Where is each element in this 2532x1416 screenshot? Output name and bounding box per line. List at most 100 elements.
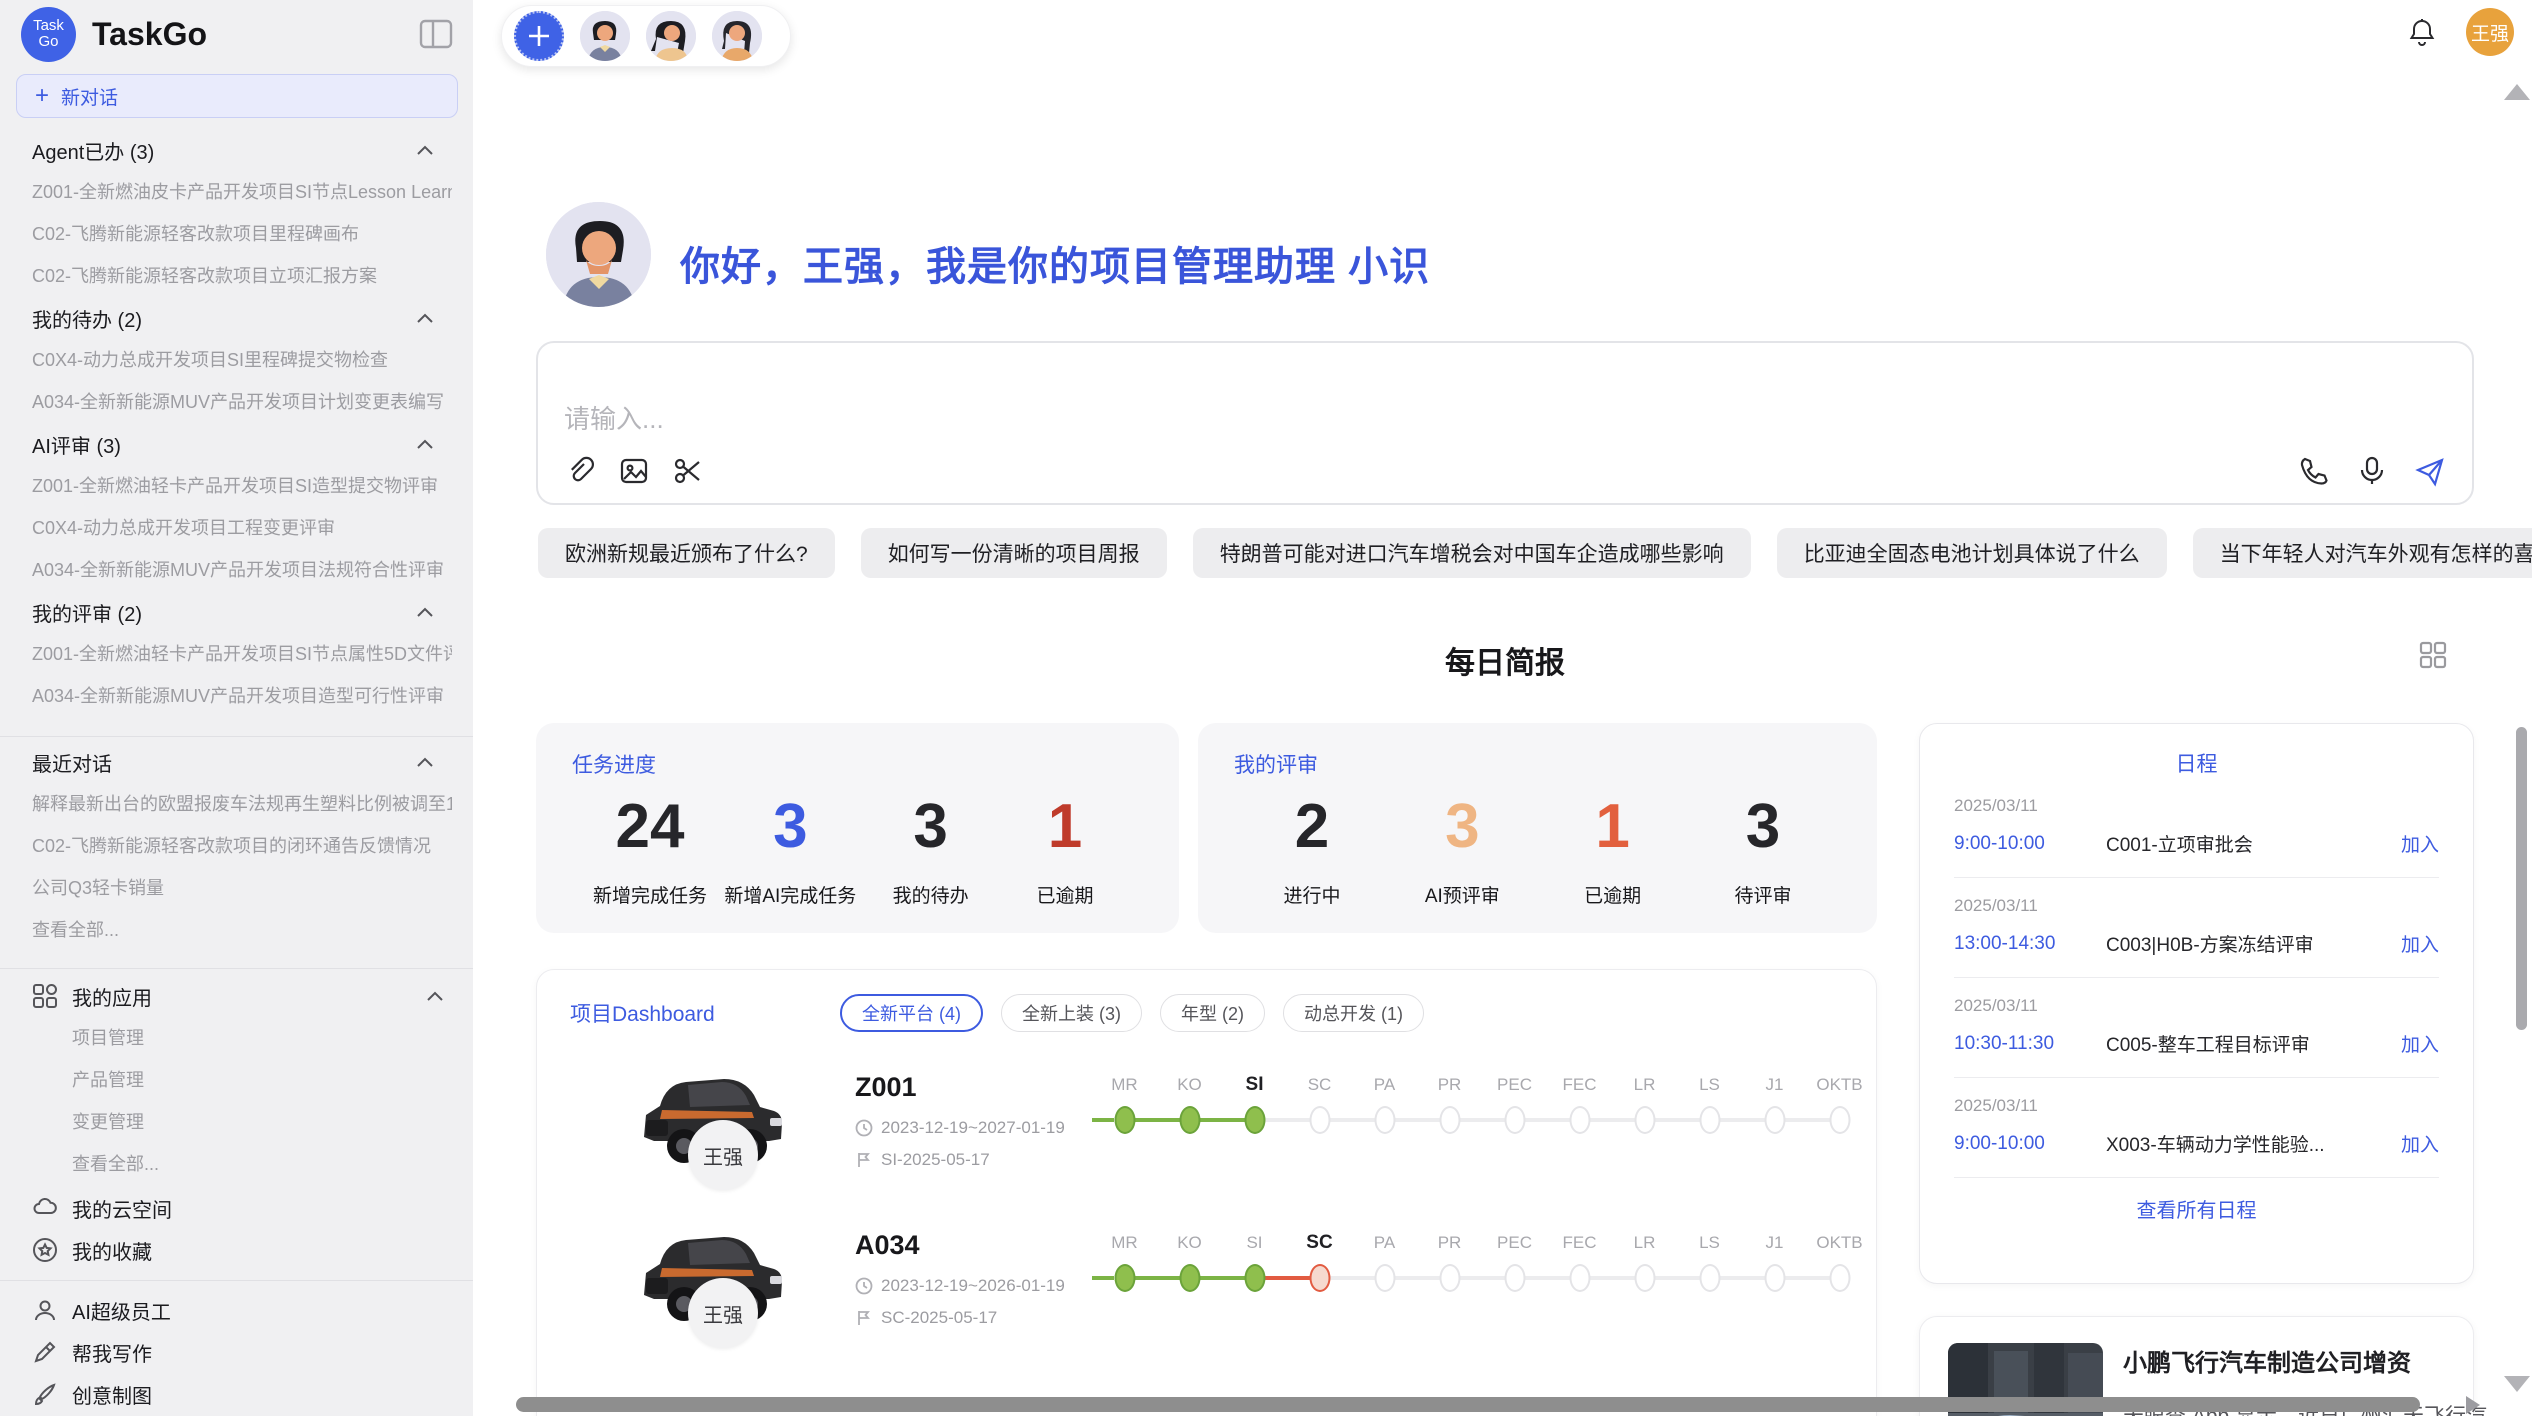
app-link-project[interactable]: 项目管理 [72, 1022, 452, 1052]
chevron-up-icon[interactable] [416, 438, 434, 450]
milestone-dot[interactable] [1504, 1264, 1525, 1292]
sidebar-item[interactable]: C0X4-动力总成开发项目工程变更评审 [32, 512, 452, 542]
view-all-recent[interactable]: 查看全部... [32, 914, 452, 944]
vertical-scrollbar-thumb[interactable] [2516, 727, 2527, 1030]
attach-icon[interactable] [564, 455, 596, 487]
tab-new-platform[interactable]: 全新平台 (4) [840, 994, 983, 1032]
my-cloud-row[interactable]: 我的云空间 [32, 1192, 452, 1224]
my-favorites-row[interactable]: 我的收藏 [32, 1234, 452, 1266]
tool-write-helper[interactable]: 帮我写作 [32, 1336, 452, 1368]
chevron-up-icon[interactable] [416, 756, 434, 768]
milestone-label: PA [1374, 1072, 1395, 1098]
sidebar-item[interactable]: 解释最新出台的欧盟报废车法规再生塑料比例被调至15%... [32, 788, 452, 818]
app-link-change[interactable]: 变更管理 [72, 1106, 452, 1136]
milestone-dot[interactable] [1244, 1264, 1265, 1292]
sidebar-item[interactable]: C02-飞腾新能源轻客改款项目的闭环通告反馈情况 [32, 830, 452, 860]
layout-grid-icon[interactable] [2418, 640, 2448, 670]
avatar-contact-3[interactable] [712, 11, 762, 61]
sidebar-collapse-icon[interactable] [419, 19, 453, 49]
milestone-dot[interactable] [1764, 1106, 1785, 1134]
chevron-up-icon[interactable] [416, 312, 434, 324]
schedule-entry: 2025/03/11 9:00-10:00 C001-立项审批会 加入 [1954, 778, 2439, 878]
phone-icon[interactable] [2298, 455, 2330, 487]
my-apps-row[interactable]: 我的应用 [32, 980, 452, 1012]
tool-ai-employee[interactable]: AI超级员工 [32, 1294, 452, 1326]
sidebar-item[interactable]: A034-全新新能源MUV产品开发项目造型可行性评审 [32, 680, 452, 710]
milestone-dot[interactable] [1699, 1264, 1720, 1292]
send-icon[interactable] [2414, 455, 2446, 487]
scroll-down-arrow[interactable] [2504, 1376, 2530, 1392]
tab-new-body[interactable]: 全新上装 (3) [1001, 994, 1142, 1032]
project-row[interactable]: 王强 A034 2023-12-19~2026-01-19 SC-2025-05… [570, 1216, 1850, 1366]
milestone-dot[interactable] [1569, 1106, 1590, 1134]
suggestion-chip[interactable]: 如何写一份清晰的项目周报 [861, 528, 1167, 578]
sidebar-item[interactable]: Z001-全新燃油皮卡产品开发项目SI节点Lesson Learn报告 [32, 176, 452, 206]
tab-year-model[interactable]: 年型 (2) [1160, 994, 1265, 1032]
image-icon[interactable] [618, 455, 650, 487]
milestone-dot[interactable] [1309, 1264, 1330, 1292]
milestone-dot[interactable] [1439, 1264, 1460, 1292]
sidebar-item[interactable]: Z001-全新燃油轻卡产品开发项目SI造型提交物评审 [32, 470, 452, 500]
join-link[interactable]: 加入 [2401, 830, 2439, 857]
milestone-dot[interactable] [1829, 1106, 1850, 1134]
section-my-review[interactable]: 我的评审 (2) [32, 598, 442, 626]
milestone-dot[interactable] [1699, 1106, 1720, 1134]
sidebar-item[interactable]: Z001-全新燃油轻卡产品开发项目SI节点属性5D文件评审 [32, 638, 452, 668]
section-ai-review[interactable]: AI评审 (3) [32, 430, 442, 458]
scroll-up-arrow[interactable] [2504, 84, 2530, 100]
milestone-dot[interactable] [1634, 1264, 1655, 1292]
milestone-dot[interactable] [1244, 1106, 1265, 1134]
milestone-dot[interactable] [1374, 1106, 1395, 1134]
join-link[interactable]: 加入 [2401, 930, 2439, 957]
milestone-dot[interactable] [1374, 1264, 1395, 1292]
milestone-dot[interactable] [1504, 1106, 1525, 1134]
app-link-product[interactable]: 产品管理 [72, 1064, 452, 1094]
chevron-up-icon[interactable] [426, 990, 444, 1002]
current-user-avatar[interactable]: 王强 [2466, 8, 2514, 56]
sidebar-item[interactable]: C0X4-动力总成开发项目SI里程碑提交物检查 [32, 344, 452, 374]
sidebar-item[interactable]: C02-飞腾新能源轻客改款项目立项汇报方案 [32, 260, 452, 290]
suggestion-chip[interactable]: 比亚迪全固态电池计划具体说了什么 [1777, 528, 2167, 578]
milestone-dot[interactable] [1764, 1264, 1785, 1292]
project-row[interactable]: 王强 Z001 2023-12-19~2027-01-19 SI-2025-05… [570, 1058, 1850, 1208]
milestone-dot[interactable] [1179, 1106, 1200, 1134]
join-link[interactable]: 加入 [2401, 1030, 2439, 1057]
scissors-icon[interactable] [672, 455, 704, 487]
milestone-dot[interactable] [1114, 1264, 1135, 1292]
milestone-dot[interactable] [1309, 1106, 1330, 1134]
join-link[interactable]: 加入 [2401, 1130, 2439, 1157]
suggestion-chip[interactable]: 欧洲新规最近颁布了什么? [538, 528, 835, 578]
horizontal-scrollbar-thumb[interactable] [516, 1397, 2420, 1412]
milestone-dot[interactable] [1114, 1106, 1135, 1134]
notification-bell-icon[interactable] [2406, 16, 2438, 48]
scroll-right-arrow[interactable] [2466, 1396, 2480, 1414]
suggestion-chip[interactable]: 当下年轻人对汽车外观有怎样的喜好趋势 [2193, 528, 2532, 578]
section-my-todo[interactable]: 我的待办 (2) [32, 304, 442, 332]
add-session-button[interactable] [514, 11, 564, 61]
sidebar-item[interactable]: A034-全新新能源MUV产品开发项目计划变更表编写 [32, 386, 452, 416]
chat-input[interactable] [564, 399, 2164, 443]
stat-label: 新增AI完成任务 [724, 881, 856, 908]
tab-powertrain[interactable]: 动总开发 (1) [1283, 994, 1424, 1032]
sidebar-item[interactable]: A034-全新新能源MUV产品开发项目法规符合性评审 [32, 554, 452, 584]
milestone-dot[interactable] [1179, 1264, 1200, 1292]
chevron-up-icon[interactable] [416, 144, 434, 156]
sidebar-item[interactable]: C02-飞腾新能源轻客改款项目里程碑画布 [32, 218, 452, 248]
new-chat-button[interactable]: + 新对话 [16, 74, 458, 118]
milestone-dot[interactable] [1634, 1106, 1655, 1134]
chevron-up-icon[interactable] [416, 606, 434, 618]
milestone-dot[interactable] [1569, 1264, 1590, 1292]
mic-icon[interactable] [2356, 455, 2388, 487]
view-all-apps[interactable]: 查看全部... [72, 1148, 452, 1178]
view-all-schedule-link[interactable]: 查看所有日程 [1954, 1194, 2439, 1223]
sidebar-item[interactable]: 公司Q3轻卡销量 [32, 872, 452, 902]
section-recent-chats[interactable]: 最近对话 [32, 748, 442, 776]
tool-creative-draw[interactable]: 创意制图 [32, 1378, 452, 1410]
section-agent-done[interactable]: Agent已办 (3) [32, 136, 442, 164]
avatar-contact-1[interactable] [580, 11, 630, 61]
milestone-dot[interactable] [1829, 1264, 1850, 1292]
milestone-dot[interactable] [1439, 1106, 1460, 1134]
avatar-contact-2[interactable] [646, 11, 696, 61]
stat: 1已逾期 [1553, 789, 1673, 908]
suggestion-chip[interactable]: 特朗普可能对进口汽车增税会对中国车企造成哪些影响 [1193, 528, 1751, 578]
